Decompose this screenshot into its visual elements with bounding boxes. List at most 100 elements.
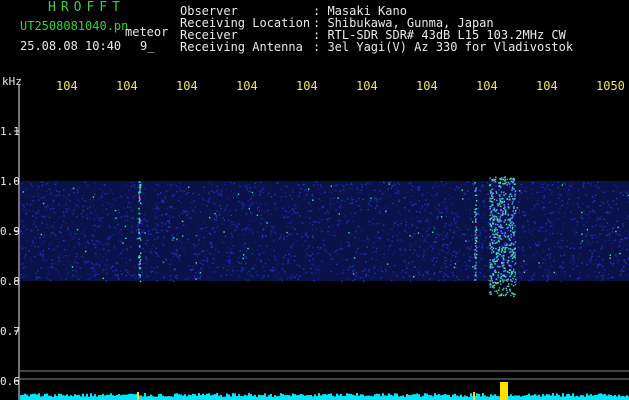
meteor-pixel: [493, 207, 496, 209]
noise-pixel: [245, 185, 248, 187]
meteor-pixel: [514, 281, 516, 283]
meteor-pixel: [506, 227, 508, 229]
noise-pixel: [305, 240, 307, 242]
noise-pixel: [22, 232, 24, 234]
meteor-pixel: [508, 264, 510, 266]
noise-pixel: [496, 278, 499, 281]
noise-pixel: [306, 234, 308, 237]
noise-pixel: [185, 226, 188, 229]
noise-pixel: [610, 262, 612, 264]
noise-pixel: [126, 225, 129, 227]
noise-pixel: [73, 247, 76, 249]
timeline-bar: [374, 394, 376, 400]
noise-pixel: [610, 206, 612, 209]
noise-pixel: [478, 213, 481, 215]
noise-pixel: [409, 235, 411, 237]
noise-pixel: [117, 223, 119, 226]
noise-pixel: [217, 191, 219, 194]
timeline-bar: [322, 394, 324, 400]
noise-pixel: [94, 210, 96, 212]
noise-pixel: [560, 280, 562, 283]
noise-pixel: [520, 277, 522, 280]
meteor-pixel: [498, 240, 500, 243]
noise-pixel: [76, 229, 79, 231]
timeline-bar: [196, 395, 198, 400]
noise-pixel: [203, 242, 206, 244]
noise-pixel: [229, 265, 231, 267]
noise-pixel: [260, 259, 262, 261]
noise-pixel: [335, 189, 337, 192]
noise-pixel: [347, 220, 349, 222]
noise-pixel: [569, 260, 572, 262]
noise-pixel: [464, 233, 466, 236]
meteor-pixel: [504, 219, 507, 221]
noise-pixel: [43, 253, 45, 255]
noise-pixel: [226, 188, 228, 191]
noise-pixel: [182, 224, 185, 226]
noise-pixel: [65, 208, 68, 210]
noise-pixel: [68, 254, 71, 256]
noise-pixel: [86, 208, 89, 210]
noise-pixel: [382, 224, 385, 226]
noise-pixel: [92, 224, 94, 227]
meteor-pixel: [501, 265, 504, 267]
noise-pixel: [107, 238, 109, 241]
noise-pixel: [518, 209, 521, 212]
meteor-pixel: [138, 256, 140, 258]
noise-pixel: [593, 200, 596, 202]
timeline-bar: [34, 393, 36, 400]
noise-pixel: [145, 242, 147, 245]
noise-pixel: [589, 249, 591, 252]
noise-pixel: [176, 248, 178, 251]
noise-pixel: [404, 218, 407, 221]
noise-pixel: [438, 209, 440, 212]
noise-pixel: [438, 235, 440, 237]
noise-pixel: [77, 278, 80, 280]
noise-pixel: [582, 203, 584, 205]
noise-pixel: [427, 273, 429, 275]
noise-pixel: [412, 244, 414, 246]
meteor-pixel: [514, 283, 517, 286]
noise-pixel: [64, 240, 66, 242]
noise-pixel: [260, 190, 262, 192]
noise-pixel: [86, 250, 88, 252]
noise-pixel: [525, 263, 527, 265]
noise-pixel: [303, 190, 306, 192]
noise-pixel: [223, 181, 226, 184]
noise-pixel: [466, 247, 468, 249]
noise-pixel: [359, 239, 361, 242]
noise-pixel: [464, 183, 466, 185]
meteor-pixel: [138, 207, 140, 210]
meteor-pixel: [510, 279, 512, 282]
noise-pixel: [35, 272, 37, 274]
noise-pixel: [84, 263, 86, 265]
meteor-pixel: [504, 180, 506, 182]
noise-pixel: [271, 270, 273, 272]
noise-pixel: [545, 238, 547, 240]
noise-pixel: [401, 220, 403, 222]
noise-pixel: [416, 210, 418, 213]
noise-pixel: [383, 253, 385, 255]
noise-pixel: [549, 256, 551, 259]
timeline-bar: [292, 393, 294, 400]
noise-pixel: [557, 193, 559, 195]
noise-pixel: [260, 261, 262, 263]
noise-pixel: [372, 251, 375, 253]
meteor-pixel: [495, 278, 498, 281]
noise-band: [20, 181, 629, 281]
noise-pixel: [594, 270, 596, 273]
noise-pixel: [587, 216, 590, 219]
noise-pixel: [200, 268, 202, 270]
noise-pixel: [177, 256, 180, 259]
noise-pixel: [622, 194, 624, 197]
noise-pixel: [252, 232, 254, 234]
timeline-bar: [512, 395, 514, 400]
noise-pixel: [280, 234, 283, 236]
noise-pixel: [611, 231, 614, 233]
meteor-pixel: [494, 215, 496, 218]
noise-pixel: [611, 277, 613, 279]
timeline-bar: [534, 394, 536, 400]
noise-pixel: [57, 237, 60, 240]
timeline-bar: [408, 395, 410, 400]
noise-pixel: [21, 276, 24, 278]
